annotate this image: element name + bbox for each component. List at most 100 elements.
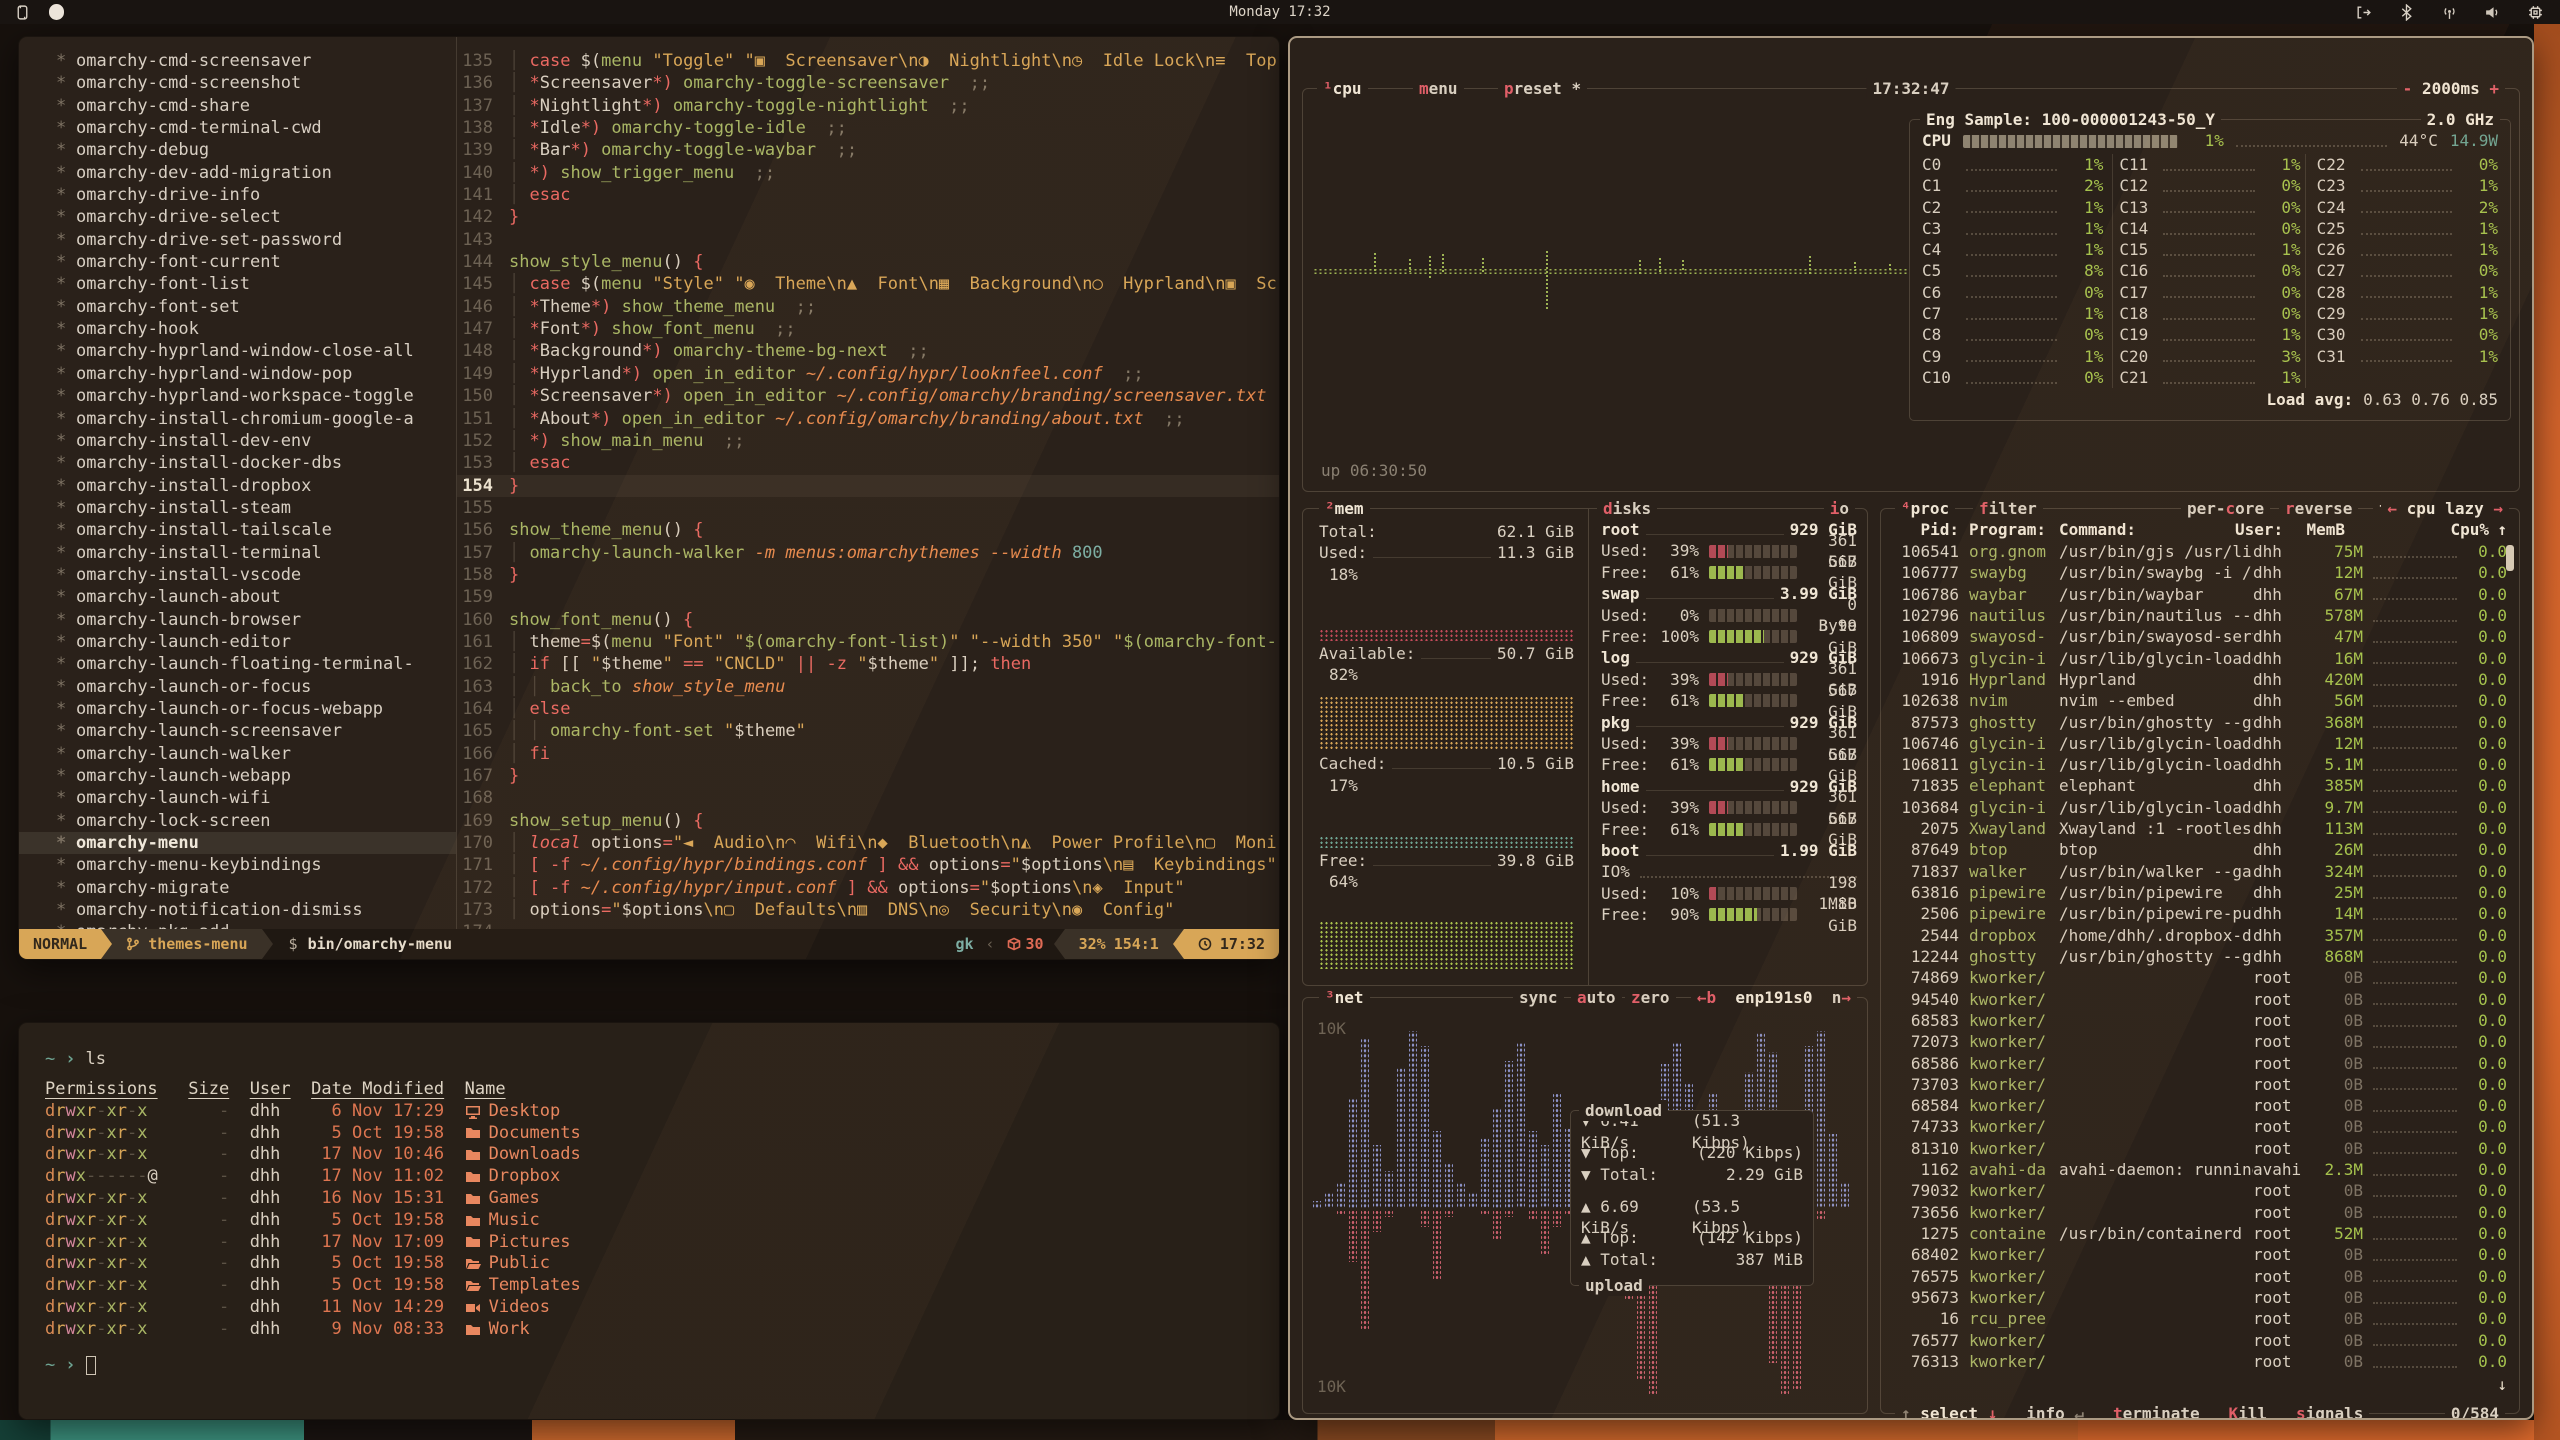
network-icon[interactable]: [2441, 4, 2458, 21]
tree-item[interactable]: *omarchy-menu-keybindings: [19, 854, 456, 876]
preset-button[interactable]: preset *: [1498, 78, 1587, 99]
tree-item[interactable]: *omarchy-notification-dismiss: [19, 899, 456, 921]
tree-item[interactable]: *omarchy-cmd-screenshot: [19, 72, 456, 94]
tree-item[interactable]: *omarchy-font-set: [19, 296, 456, 318]
tree-item[interactable]: *omarchy-install-chromium-google-a: [19, 408, 456, 430]
dir-name[interactable]: Dropbox: [465, 1166, 1279, 1188]
io-mode-toggle[interactable]: io: [1824, 498, 1855, 519]
process-row[interactable]: 74869 kworker/ root 0B 0.0: [1881, 967, 2519, 988]
dir-name[interactable]: Games: [465, 1188, 1279, 1210]
tree-item[interactable]: *omarchy-install-tailscale: [19, 519, 456, 541]
net-zero-toggle[interactable]: zero: [1625, 987, 1676, 1008]
tree-item[interactable]: *omarchy-font-current: [19, 251, 456, 273]
volume-icon[interactable]: [2484, 4, 2501, 21]
net-interface-switcher[interactable]: ←b enp191s0 n→: [1691, 987, 1857, 1008]
tree-item[interactable]: *omarchy-dev-add-migration: [19, 162, 456, 184]
tree-item[interactable]: *omarchy-launch-wifi: [19, 787, 456, 809]
tree-item[interactable]: *omarchy-lock-screen: [19, 810, 456, 832]
sort-column-switcher[interactable]: ← cpu lazy →: [2381, 498, 2509, 519]
process-row[interactable]: 76577 kworker/ root 0B 0.0: [1881, 1330, 2519, 1351]
process-row[interactable]: 106786 waybar /usr/bin/waybar dhh 67M 0.…: [1881, 584, 2519, 605]
tree-item[interactable]: *omarchy-hyprland-window-close-all: [19, 340, 456, 362]
process-row[interactable]: 102638 nvim nvim --embed dhh 56M 0.0: [1881, 690, 2519, 711]
tree-item[interactable]: *omarchy-launch-or-focus: [19, 676, 456, 698]
process-row[interactable]: 72073 kworker/ root 0B 0.0: [1881, 1031, 2519, 1052]
tree-item[interactable]: *omarchy-launch-walker: [19, 743, 456, 765]
dir-name[interactable]: Templates: [465, 1275, 1279, 1297]
process-row[interactable]: 71837 walker /usr/bin/walker --gappl dhh…: [1881, 861, 2519, 882]
tree-item[interactable]: *omarchy-debug: [19, 139, 456, 161]
tree-item[interactable]: *omarchy-hyprland-workspace-toggle: [19, 385, 456, 407]
dir-name[interactable]: Music: [465, 1210, 1279, 1232]
process-row[interactable]: 73703 kworker/ root 0B 0.0: [1881, 1074, 2519, 1095]
net-sync-toggle[interactable]: sync: [1513, 987, 1564, 1008]
process-row[interactable]: 106811 glycin-i /usr/lib/glycin-loaders …: [1881, 754, 2519, 775]
tree-item[interactable]: *omarchy-install-dev-env: [19, 430, 456, 452]
net-auto-toggle[interactable]: auto: [1571, 987, 1622, 1008]
process-row[interactable]: 68586 kworker/ root 0B 0.0: [1881, 1053, 2519, 1074]
process-row[interactable]: 1916 Hyprland Hyprland dhh 420M 0.0: [1881, 669, 2519, 690]
process-row[interactable]: 76313 kworker/ root 0B 0.0: [1881, 1351, 2519, 1372]
tree-item[interactable]: *omarchy-drive-set-password: [19, 229, 456, 251]
disks-title[interactable]: disks: [1597, 498, 1657, 519]
update-interval[interactable]: - 2000ms +: [2397, 78, 2505, 99]
process-row[interactable]: 79032 kworker/ root 0B 0.0: [1881, 1180, 2519, 1201]
process-row[interactable]: 106777 swaybg /usr/bin/swaybg -i /hom dh…: [1881, 562, 2519, 583]
terminal-window[interactable]: ~ › ls Permissions Size User Date Modifi…: [18, 1022, 1280, 1420]
process-row[interactable]: 68402 kworker/ root 0B 0.0: [1881, 1244, 2519, 1265]
menu-button[interactable]: menu: [1413, 78, 1464, 99]
process-row[interactable]: 106746 glycin-i /usr/lib/glycin-loaders …: [1881, 733, 2519, 754]
tree-item[interactable]: *omarchy-launch-browser: [19, 609, 456, 631]
process-row[interactable]: 106541 org.gnom /usr/bin/gjs /usr/lib/o …: [1881, 541, 2519, 562]
tree-item[interactable]: *omarchy-hook: [19, 318, 456, 340]
workspace-active[interactable]: [49, 4, 64, 20]
tree-item[interactable]: *omarchy-launch-or-focus-webapp: [19, 698, 456, 720]
tree-item[interactable]: *omarchy-launch-floating-terminal-: [19, 653, 456, 675]
dir-name[interactable]: Documents: [465, 1123, 1279, 1145]
filter-button[interactable]: filter: [1973, 498, 2043, 519]
process-row[interactable]: 2506 pipewire /usr/bin/pipewire-pulse dh…: [1881, 903, 2519, 924]
tree-item[interactable]: *omarchy-migrate: [19, 877, 456, 899]
process-row[interactable]: 16 rcu_pree root 0B 0.0: [1881, 1308, 2519, 1329]
tree-item[interactable]: *omarchy-font-list: [19, 273, 456, 295]
process-row[interactable]: 12244 ghostty /usr/bin/ghostty --gtk- dh…: [1881, 946, 2519, 967]
bluetooth-icon[interactable]: [2398, 4, 2415, 21]
tree-item[interactable]: *omarchy-install-steam: [19, 497, 456, 519]
tree-item[interactable]: *omarchy-cmd-terminal-cwd: [19, 117, 456, 139]
tree-item[interactable]: *omarchy-launch-editor: [19, 631, 456, 653]
process-row[interactable]: 76575 kworker/ root 0B 0.0: [1881, 1266, 2519, 1287]
screenshare-icon[interactable]: [2355, 4, 2372, 21]
reverse-toggle[interactable]: reverse: [2279, 498, 2358, 519]
cpu-icon[interactable]: [2527, 4, 2544, 21]
process-row[interactable]: 68583 kworker/ root 0B 0.0: [1881, 1010, 2519, 1031]
process-row[interactable]: 106809 swayosd- /usr/bin/swayosd-server …: [1881, 626, 2519, 647]
per-core-toggle[interactable]: per-core: [2181, 498, 2270, 519]
process-row[interactable]: 81310 kworker/ root 0B 0.0: [1881, 1138, 2519, 1159]
tree-item[interactable]: *omarchy-install-terminal: [19, 542, 456, 564]
process-row[interactable]: 94540 kworker/ root 0B 0.0: [1881, 989, 2519, 1010]
tree-item[interactable]: *omarchy-launch-webapp: [19, 765, 456, 787]
process-row[interactable]: 1275 containe /usr/bin/containerd root 5…: [1881, 1223, 2519, 1244]
process-row[interactable]: 103684 glycin-i /usr/lib/glycin-loaders …: [1881, 797, 2519, 818]
process-row[interactable]: 87573 ghostty /usr/bin/ghostty --gtk- dh…: [1881, 712, 2519, 733]
prompt-line[interactable]: ~ ›: [45, 1355, 1279, 1377]
dir-name[interactable]: Pictures: [465, 1232, 1279, 1254]
process-row[interactable]: 73656 kworker/ root 0B 0.0: [1881, 1202, 2519, 1223]
tree-item[interactable]: *omarchy-drive-select: [19, 206, 456, 228]
tree-item[interactable]: *omarchy-cmd-share: [19, 95, 456, 117]
process-row[interactable]: 95673 kworker/ root 0B 0.0: [1881, 1287, 2519, 1308]
process-row[interactable]: 74733 kworker/ root 0B 0.0: [1881, 1116, 2519, 1137]
tree-item[interactable]: *omarchy-launch-about: [19, 586, 456, 608]
process-row[interactable]: 87649 btop btop dhh 26M 0.0: [1881, 839, 2519, 860]
tree-item[interactable]: *omarchy-install-docker-dbs: [19, 452, 456, 474]
process-row[interactable]: 2075 Xwayland Xwayland :1 -rootless - dh…: [1881, 818, 2519, 839]
tree-item[interactable]: *omarchy-menu: [19, 832, 456, 854]
tree-item[interactable]: *omarchy-install-vscode: [19, 564, 456, 586]
process-row[interactable]: 68584 kworker/ root 0B 0.0: [1881, 1095, 2519, 1116]
tree-item[interactable]: *omarchy-drive-info: [19, 184, 456, 206]
tree-item[interactable]: *omarchy-hyprland-window-pop: [19, 363, 456, 385]
dir-name[interactable]: Work: [465, 1319, 1279, 1341]
tree-item[interactable]: *omarchy-install-dropbox: [19, 475, 456, 497]
process-row[interactable]: 106673 glycin-i /usr/lib/glycin-loaders …: [1881, 648, 2519, 669]
dir-name[interactable]: Downloads: [465, 1144, 1279, 1166]
